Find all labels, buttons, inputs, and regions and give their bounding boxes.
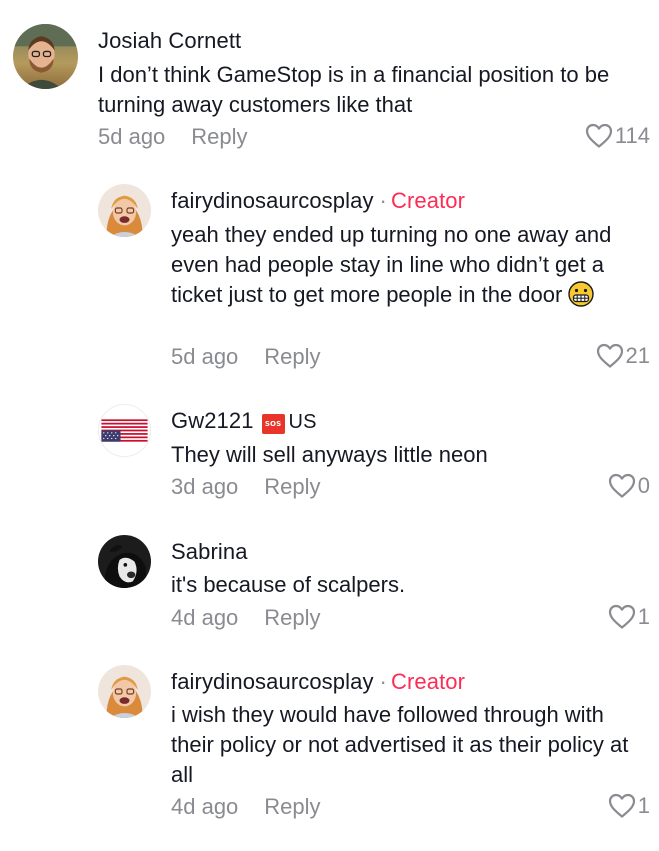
avatar-sabrina[interactable]: [98, 535, 151, 588]
comment-text: They will sell anyways little neon: [171, 442, 488, 467]
heart-outline-icon: [585, 123, 613, 148]
like-count: 1: [637, 793, 650, 818]
comment-author[interactable]: Gw2121 SOS US: [171, 408, 317, 434]
heart-outline-icon: [608, 793, 635, 818]
comment-timestamp: 4d ago: [171, 605, 239, 630]
avatar-fairydinosaurcosplay[interactable]: [98, 665, 151, 718]
author-name[interactable]: fairydinosaurcosplay: [171, 669, 374, 694]
like-button[interactable]: 1: [608, 793, 650, 819]
author-name[interactable]: fairydinosaurcosplay: [171, 188, 374, 213]
region-text: US: [288, 411, 317, 433]
heart-outline-icon: [608, 473, 635, 498]
comment-meta: 5d ago Reply: [98, 124, 248, 150]
like-count: 21: [625, 343, 650, 368]
avatar-image: [13, 24, 78, 89]
like-count: 0: [637, 473, 650, 498]
author-name[interactable]: Gw2121: [171, 408, 254, 433]
reply-button[interactable]: Reply: [191, 124, 247, 149]
like-count: 114: [614, 123, 650, 148]
reply-button[interactable]: Reply: [264, 605, 320, 630]
comment-text: it's because of scalpers.: [171, 572, 406, 597]
avatar-image: [98, 535, 151, 588]
creator-label: Creator: [390, 669, 466, 694]
reply-button[interactable]: Reply: [264, 794, 320, 819]
comment-text: yeah they ended up turning no one away a…: [171, 220, 636, 310]
creator-separator: ·: [379, 188, 387, 213]
avatar-image: [98, 184, 151, 237]
comment-author[interactable]: Josiah Cornett: [98, 28, 241, 54]
sos-badge: SOS: [261, 414, 285, 434]
comment-author[interactable]: Sabrina: [171, 539, 248, 565]
comment-meta: 4d ago Reply: [171, 605, 321, 631]
avatar-josiah-cornett[interactable]: [13, 24, 78, 89]
comment-timestamp: 3d ago: [171, 474, 239, 499]
comment-text-content: yeah they ended up turning no one away a…: [171, 222, 612, 307]
reply-button[interactable]: Reply: [264, 474, 320, 499]
avatar-gw2121[interactable]: [98, 404, 151, 457]
like-count: 1: [637, 604, 650, 629]
creator-label: Creator: [390, 188, 466, 213]
reply-button[interactable]: Reply: [264, 344, 320, 369]
avatar-fairydinosaurcosplay[interactable]: [98, 184, 151, 237]
comment-text: i wish they would have followed through …: [171, 702, 629, 787]
like-button[interactable]: 114: [585, 123, 650, 149]
heart-outline-icon: [608, 604, 635, 629]
comment-text: I don’t think GameStop is in a financial…: [98, 62, 610, 117]
author-name[interactable]: Sabrina: [171, 539, 248, 564]
avatar-image: [98, 665, 151, 718]
author-name[interactable]: Josiah Cornett: [98, 28, 241, 53]
comment-meta: 4d ago Reply: [171, 794, 321, 820]
like-button[interactable]: 1: [608, 604, 650, 630]
comment-meta: 5d ago Reply: [171, 344, 321, 370]
heart-outline-icon: [596, 343, 623, 368]
like-button[interactable]: 0: [608, 473, 650, 499]
grimacing-face-emoji: [568, 281, 595, 307]
comment-author[interactable]: fairydinosaurcosplay · Creator: [171, 669, 465, 695]
comment-timestamp: 4d ago: [171, 794, 239, 819]
comment-author[interactable]: fairydinosaurcosplay · Creator: [171, 188, 465, 214]
like-button[interactable]: 21: [596, 343, 650, 369]
comment-meta: 3d ago Reply: [171, 474, 321, 500]
avatar-image: [99, 405, 150, 456]
creator-separator: ·: [379, 669, 387, 694]
comment-timestamp: 5d ago: [171, 344, 239, 369]
comment-timestamp: 5d ago: [98, 124, 166, 149]
